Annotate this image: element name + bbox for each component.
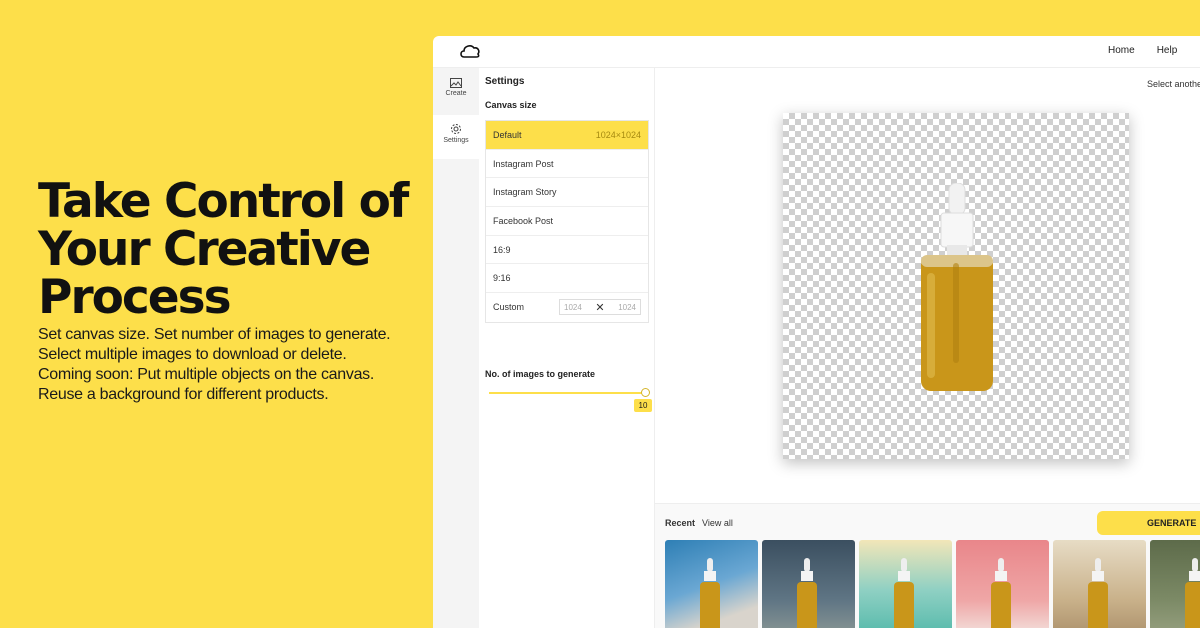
image-icon <box>450 78 462 88</box>
top-bar: Home Help L <box>433 36 1200 68</box>
settings-panel: Settings Canvas size Default 1024×1024 I… <box>479 68 655 628</box>
times-icon: ✕ <box>595 301 605 314</box>
recent-thumbnail[interactable] <box>762 540 855 628</box>
size-option-label: Instagram Post <box>493 158 554 169</box>
custom-height-field[interactable]: 1024 <box>618 303 636 312</box>
hero-desc-line: Set canvas size. Set number of images to… <box>38 326 391 343</box>
size-option-label: 9:16 <box>493 273 511 284</box>
side-rail: Create Settings <box>433 68 479 628</box>
recent-thumbnail[interactable] <box>665 540 758 628</box>
hero-desc-line: Coming soon: Put multiple objects on the… <box>38 366 375 383</box>
app-window: Home Help L Create Settings Settings Can… <box>433 36 1200 628</box>
recent-thumbnails <box>665 540 1200 628</box>
size-option-16-9[interactable]: 16:9 <box>486 236 648 265</box>
size-option-label: Custom <box>493 302 525 313</box>
num-images-value: 10 <box>634 399 652 412</box>
rail-settings[interactable]: Settings <box>433 115 479 159</box>
hero-title-line: Take Control of <box>38 174 409 229</box>
product-bottle-image <box>921 183 993 391</box>
tab-recent[interactable]: Recent <box>665 518 695 528</box>
recent-thumbnail[interactable] <box>859 540 952 628</box>
hero-desc-line: Select multiple images to download or de… <box>38 346 347 363</box>
recent-thumbnail[interactable] <box>956 540 1049 628</box>
size-option-facebook-post[interactable]: Facebook Post <box>486 207 648 236</box>
nav-home[interactable]: Home <box>1108 45 1135 56</box>
size-option-custom[interactable]: Custom 1024 ✕ 1024 <box>486 293 648 322</box>
num-images-slider-thumb[interactable] <box>641 388 650 397</box>
hero-description: Set canvas size. Set number of images to… <box>38 325 418 405</box>
size-option-9-16[interactable]: 9:16 <box>486 264 648 294</box>
hero-title: Take Control of Your Creative Process <box>38 178 418 322</box>
size-option-label: Default <box>493 129 522 140</box>
custom-size-inputs: 1024 ✕ 1024 <box>559 299 641 316</box>
size-option-label: Instagram Story <box>493 187 557 198</box>
size-option-dim: 1024×1024 <box>595 129 641 140</box>
size-option-label: 16:9 <box>493 244 511 255</box>
hero-title-line: Process <box>38 270 232 325</box>
custom-width-field[interactable]: 1024 <box>564 303 582 312</box>
select-another-link[interactable]: Select anothe <box>1147 79 1200 89</box>
size-option-label: Facebook Post <box>493 215 554 226</box>
rail-settings-label: Settings <box>443 137 469 144</box>
nav-help[interactable]: Help <box>1157 45 1178 56</box>
size-option-instagram-story[interactable]: Instagram Story <box>486 178 648 208</box>
rail-create-label: Create <box>445 90 467 97</box>
hero-title-line: Your Creative <box>38 222 371 277</box>
canvas-size-list: Default 1024×1024 Instagram Post Instagr… <box>485 120 649 323</box>
top-nav: Home Help L <box>1108 45 1200 56</box>
recent-thumbnail[interactable] <box>1150 540 1200 628</box>
gear-icon <box>451 124 461 134</box>
num-images-label: No. of images to generate <box>485 369 596 379</box>
recent-panel: Recent View all GENERATE <box>655 503 1200 628</box>
generate-button[interactable]: GENERATE <box>1097 511 1200 535</box>
recent-thumbnail[interactable] <box>1053 540 1146 628</box>
settings-title: Settings <box>485 76 525 87</box>
tab-view-all[interactable]: View all <box>702 518 733 528</box>
size-option-default[interactable]: Default 1024×1024 <box>486 121 648 150</box>
canvas-size-label: Canvas size <box>485 100 537 110</box>
size-option-instagram-post[interactable]: Instagram Post <box>486 150 648 179</box>
product-canvas[interactable] <box>783 113 1129 459</box>
cloud-logo-icon[interactable] <box>459 43 481 59</box>
num-images-slider-track[interactable] <box>489 392 645 394</box>
hero-desc-line: Reuse a background for different product… <box>38 386 329 403</box>
canvas-workspace: Select anothe <box>655 68 1200 503</box>
